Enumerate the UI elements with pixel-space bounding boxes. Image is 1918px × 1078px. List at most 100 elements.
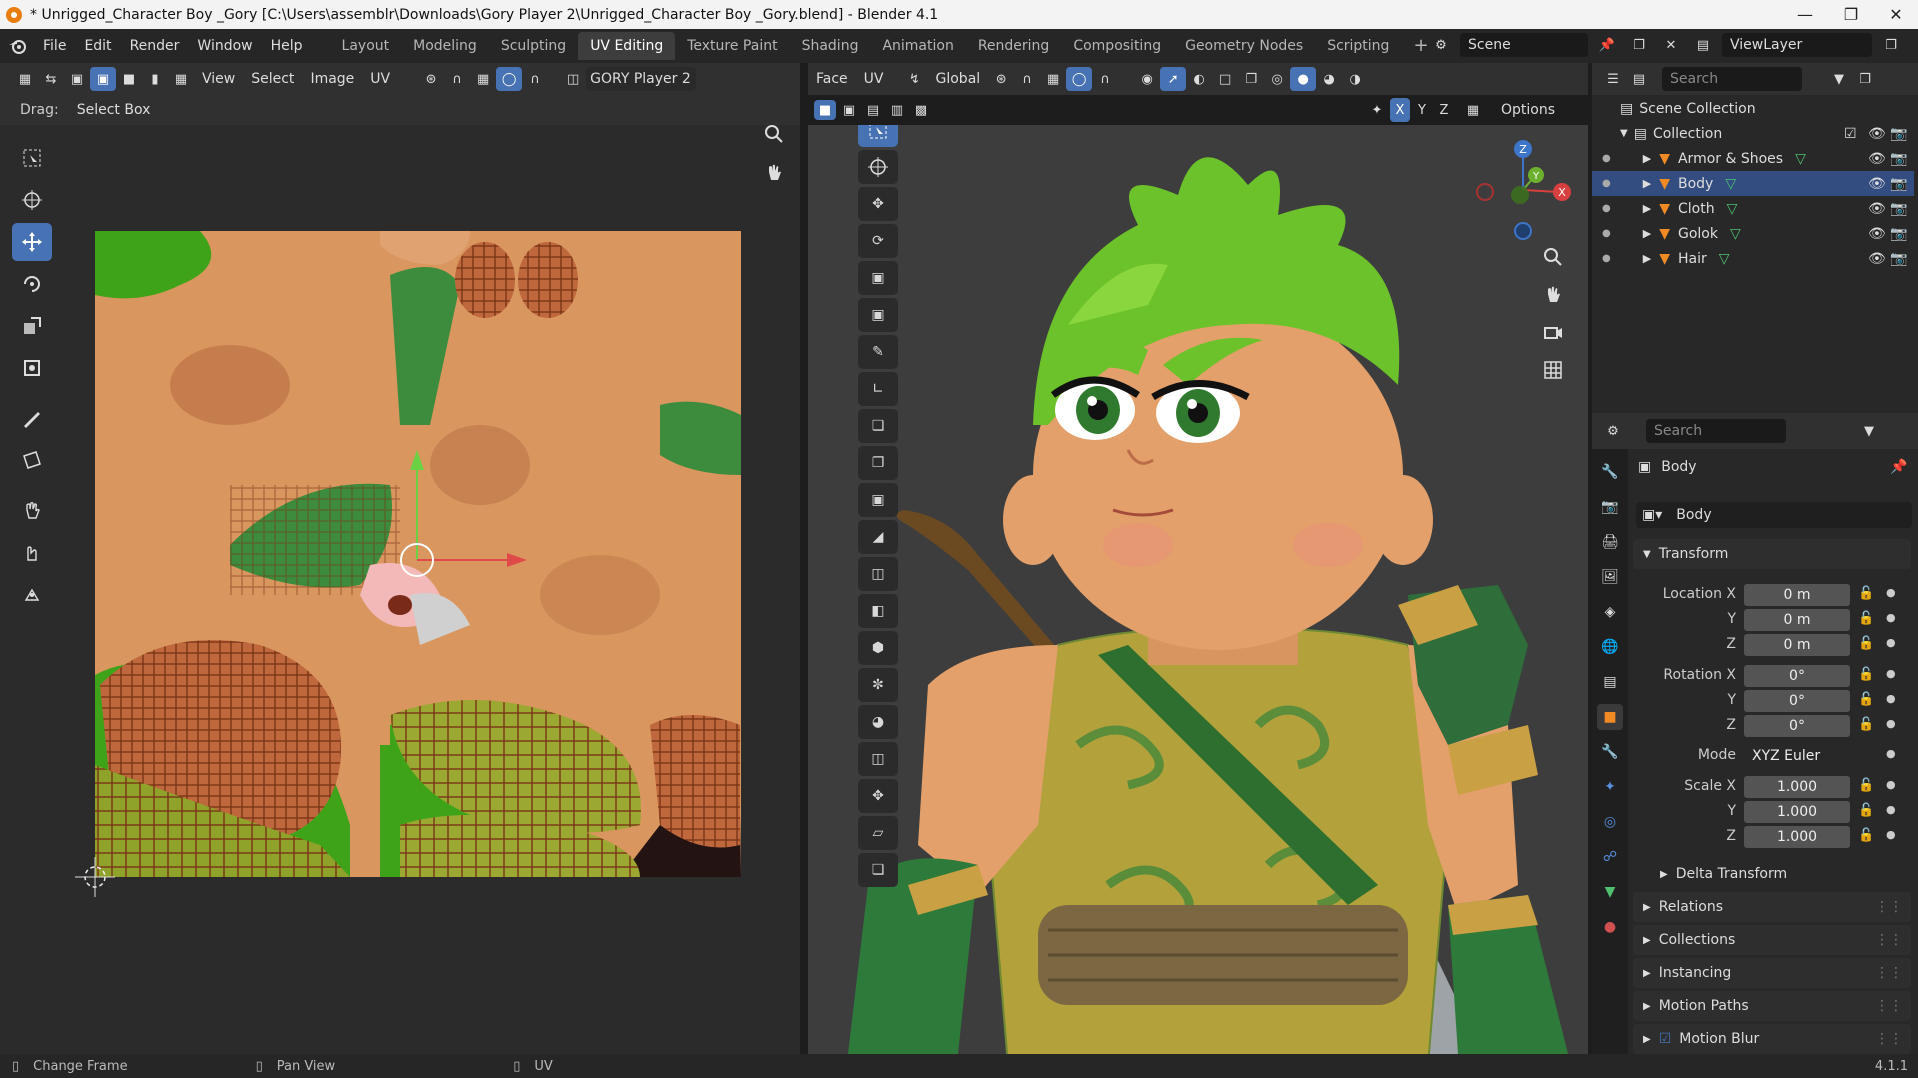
visibility-eye-icon[interactable]: 👁 bbox=[1868, 151, 1886, 167]
keyframe-dot-icon[interactable]: ● bbox=[1886, 586, 1896, 599]
properties-editor-type-icon[interactable]: ⚙ bbox=[1600, 419, 1626, 443]
world-tab-icon[interactable]: 🌐 bbox=[1597, 634, 1623, 660]
vp-shrink-tool-icon[interactable]: ✥ bbox=[858, 779, 898, 813]
vp-bevel-tool-icon[interactable]: ◢ bbox=[858, 520, 898, 554]
area-divider[interactable] bbox=[800, 63, 808, 1054]
pivot-point-icon[interactable]: ⊛ bbox=[988, 67, 1014, 91]
zoom-view-icon[interactable] bbox=[757, 117, 791, 151]
grab-tool-icon[interactable] bbox=[12, 491, 52, 529]
tab-compositing[interactable]: Compositing bbox=[1061, 32, 1173, 60]
minimize-button[interactable]: — bbox=[1782, 0, 1828, 29]
scene-tab-icon[interactable]: ◈ bbox=[1597, 599, 1623, 625]
vp-scale-tool-icon[interactable]: ▣ bbox=[858, 261, 898, 295]
transform-value-field[interactable]: 0 m bbox=[1744, 609, 1850, 631]
sticky-select-icon[interactable]: ▦ bbox=[168, 67, 194, 91]
mesh-data-icon[interactable]: ▽ bbox=[1795, 151, 1806, 167]
pin-scene-icon[interactable]: 📌 bbox=[1594, 33, 1620, 57]
falloff-icon[interactable]: ∩ bbox=[522, 67, 548, 91]
show-gizmo-icon[interactable]: ➚ bbox=[1160, 67, 1187, 91]
keyframe-dot-icon[interactable]: ● bbox=[1886, 692, 1896, 705]
tab-shading[interactable]: Shading bbox=[790, 32, 871, 60]
render-camera-icon[interactable]: 📷 bbox=[1890, 201, 1907, 217]
visibility-eye-icon[interactable]: 👁 bbox=[1868, 176, 1886, 192]
select-intersect-icon[interactable]: ▩ bbox=[910, 100, 932, 120]
uv-menu-select[interactable]: Select bbox=[243, 67, 302, 91]
particles-tab-icon[interactable]: ✦ bbox=[1597, 774, 1623, 800]
keyframe-dot-icon[interactable]: ● bbox=[1886, 747, 1896, 760]
proportional-falloff-icon[interactable]: ∩ bbox=[1092, 67, 1118, 91]
drag-select-box-dropdown[interactable]: Select Box bbox=[68, 98, 159, 122]
visibility-dot-icon[interactable]: ● bbox=[1602, 178, 1611, 189]
outliner-collection[interactable]: ▼ ▤ Collection ☑ 👁 📷 bbox=[1592, 121, 1914, 146]
menu-window[interactable]: Window bbox=[188, 33, 261, 59]
navigation-gizmo-icon[interactable]: Z X Y bbox=[1468, 135, 1578, 245]
mirror-icon[interactable]: ✦ bbox=[1364, 98, 1390, 122]
vp-add-cube-tool-icon[interactable]: ❏ bbox=[858, 409, 898, 443]
viewport-menu-uv[interactable]: UV bbox=[856, 67, 892, 91]
keyframe-dot-icon[interactable]: ● bbox=[1886, 636, 1896, 649]
panel-instancing[interactable]: ▶ Instancing ⋮⋮ bbox=[1633, 958, 1911, 988]
uv-menu-image[interactable]: Image bbox=[302, 67, 362, 91]
select-extend-icon[interactable]: ▣ bbox=[838, 100, 860, 120]
edge-select-icon[interactable]: ▣ bbox=[90, 67, 116, 91]
auto-merge-icon[interactable]: ▦ bbox=[1460, 98, 1486, 122]
viewport-canvas[interactable]: ✥ ⟳ ▣ ▣ ✎ ∟ ❏ ❐ ▣ ◢ ◫ ◧ ⬢ ✼ ◕ ◫ ✥ ▱ ❏ Z … bbox=[808, 125, 1588, 1054]
select-new-icon[interactable]: ■ bbox=[814, 100, 836, 120]
data-tab-icon[interactable]: ▼ bbox=[1597, 879, 1623, 905]
tool-tab-icon[interactable]: 🔧 bbox=[1597, 459, 1623, 485]
image-name-field[interactable]: GORY Player 2 bbox=[586, 67, 697, 91]
sync-selection-icon[interactable]: ⇆ bbox=[38, 67, 64, 91]
solid-shading-icon[interactable]: ● bbox=[1290, 67, 1317, 91]
move-tool-icon[interactable] bbox=[12, 223, 52, 261]
camera-view-icon[interactable] bbox=[1536, 315, 1570, 349]
view-layer-tab-icon[interactable]: 🖼 bbox=[1597, 564, 1623, 590]
outliner-search-input[interactable]: Search bbox=[1662, 67, 1802, 91]
filter-icon[interactable]: ▼ bbox=[1826, 67, 1852, 91]
vp-cursor-tool-icon[interactable] bbox=[858, 150, 898, 184]
blender-menu-icon[interactable] bbox=[0, 37, 34, 55]
select-subtract-icon[interactable]: ▤ bbox=[862, 100, 884, 120]
vp-move-tool-icon[interactable]: ✥ bbox=[858, 187, 898, 221]
view-layer-field[interactable]: ViewLayer bbox=[1722, 33, 1872, 57]
vp-spin-tool-icon[interactable]: ✼ bbox=[858, 668, 898, 702]
keyframe-dot-icon[interactable]: ● bbox=[1886, 803, 1896, 816]
outliner-item[interactable]: ● ▶ ▼ Armor & Shoes ▽ 👁 📷 bbox=[1592, 146, 1914, 171]
object-tab-icon[interactable]: ■ bbox=[1597, 704, 1623, 730]
transform-orientation-icon[interactable]: ↯ bbox=[902, 67, 928, 91]
drag-handle-icon[interactable]: ⋮⋮ bbox=[1875, 899, 1903, 915]
rendered-shading-icon[interactable]: ◑ bbox=[1342, 67, 1368, 91]
mesh-data-icon[interactable]: ▽ bbox=[1725, 176, 1736, 192]
transform-panel-header[interactable]: ▼ Transform bbox=[1633, 539, 1911, 569]
render-camera-icon[interactable]: 📷 bbox=[1890, 226, 1907, 242]
mirror-x-toggle[interactable]: X bbox=[1390, 98, 1410, 122]
lock-icon[interactable]: 🔓 bbox=[1858, 778, 1874, 793]
mesh-data-icon[interactable]: ▽ bbox=[1730, 226, 1741, 242]
render-tab-icon[interactable]: 📷 bbox=[1597, 494, 1623, 520]
vp-loop-cut-tool-icon[interactable]: ◫ bbox=[858, 557, 898, 591]
transform-value-field[interactable]: 0° bbox=[1744, 665, 1850, 687]
transform-value-field[interactable]: 1.000 bbox=[1744, 826, 1850, 848]
menu-edit[interactable]: Edit bbox=[75, 33, 120, 59]
visibility-eye-icon[interactable]: 👁 bbox=[1868, 226, 1886, 242]
snap-target-icon[interactable]: ▦ bbox=[470, 67, 496, 91]
tab-geometry-nodes[interactable]: Geometry Nodes bbox=[1173, 32, 1315, 60]
outliner-editor-type-icon[interactable]: ☰ bbox=[1600, 67, 1626, 91]
maximize-button[interactable]: ❐ bbox=[1828, 0, 1874, 29]
close-button[interactable]: ✕ bbox=[1873, 0, 1918, 29]
collapse-icon[interactable]: ▼ bbox=[1620, 128, 1628, 139]
new-scene-icon[interactable]: ❐ bbox=[1626, 33, 1652, 57]
menu-render[interactable]: Render bbox=[121, 33, 189, 59]
expand-icon[interactable]: ▶ bbox=[1643, 152, 1651, 165]
menu-file[interactable]: File bbox=[34, 33, 75, 59]
xray-icon[interactable]: ❐ bbox=[1238, 67, 1264, 91]
vp-rotate-tool-icon[interactable]: ⟳ bbox=[858, 224, 898, 258]
lock-icon[interactable]: 🔓 bbox=[1858, 667, 1874, 682]
expand-icon[interactable]: ▶ bbox=[1643, 252, 1651, 265]
transform-value-field[interactable]: 0 m bbox=[1744, 634, 1850, 656]
select-difference-icon[interactable]: ▥ bbox=[886, 100, 908, 120]
keyframe-dot-icon[interactable]: ● bbox=[1886, 717, 1896, 730]
perspective-toggle-icon[interactable] bbox=[1536, 353, 1570, 387]
tab-texture-paint[interactable]: Texture Paint bbox=[675, 32, 789, 60]
material-shading-icon[interactable]: ◕ bbox=[1316, 67, 1342, 91]
render-camera-icon[interactable]: 📷 bbox=[1890, 251, 1907, 267]
